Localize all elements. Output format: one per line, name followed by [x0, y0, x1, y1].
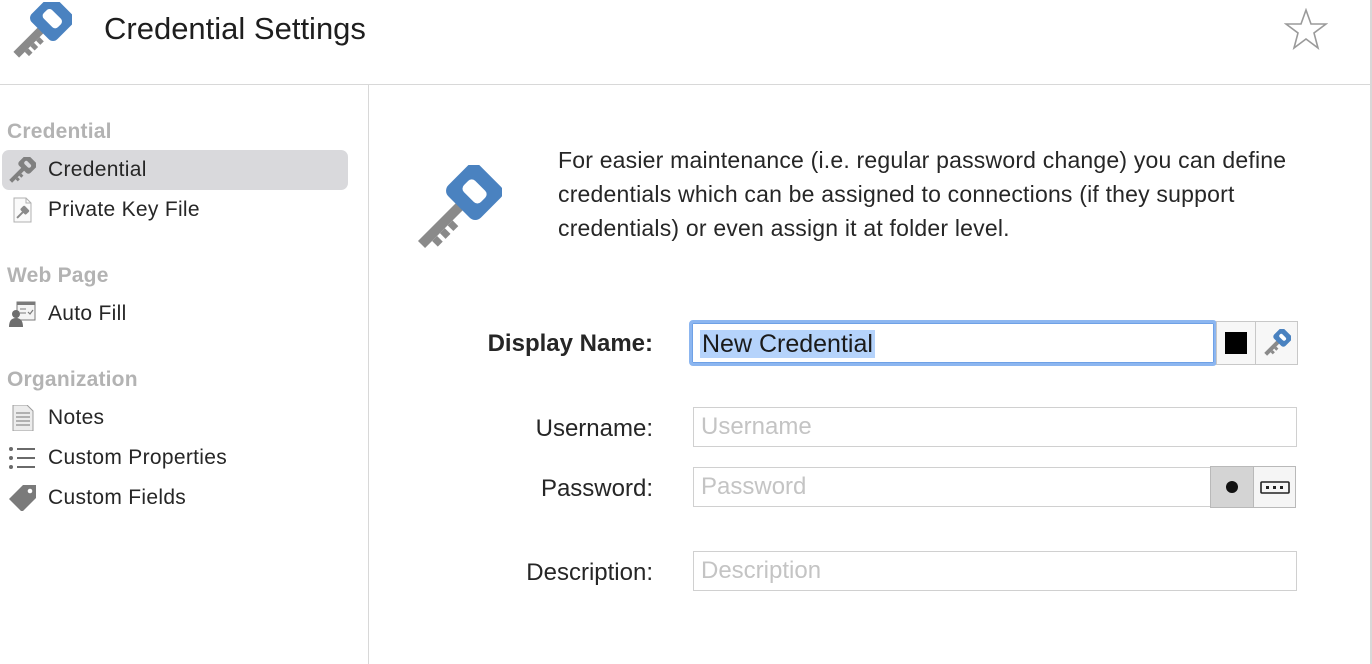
list-icon	[9, 447, 35, 469]
sidebar-item-credential[interactable]: Credential	[2, 150, 348, 190]
sidebar-item-label: Notes	[48, 406, 105, 429]
color-swatch	[1225, 332, 1247, 354]
password-field[interactable]	[693, 467, 1211, 507]
description-label: Description:	[526, 559, 653, 586]
sidebar-item-notes[interactable]: Notes	[2, 398, 348, 438]
sidebar-group-web-page: Web Page	[7, 264, 109, 287]
username-field[interactable]	[693, 407, 1297, 447]
dot-icon	[1226, 481, 1238, 493]
sidebar-group-organization: Organization	[7, 368, 138, 391]
password-label: Password:	[540, 475, 653, 502]
description-input[interactable]	[694, 552, 1296, 590]
icon-picker-button[interactable]	[1255, 321, 1298, 365]
sidebar-item-label: Custom Fields	[48, 486, 187, 509]
key-icon	[417, 165, 502, 249]
description-field[interactable]	[693, 551, 1297, 591]
display-name-value: New Credential	[700, 330, 875, 358]
tag-icon	[9, 485, 36, 511]
reveal-password-button[interactable]	[1210, 466, 1254, 508]
sidebar-item-custom-fields[interactable]: Custom Fields	[2, 478, 348, 518]
header-bar: Credential Settings	[0, 0, 1370, 85]
password-dots-icon	[1260, 481, 1290, 494]
sidebar-item-label: Private Key File	[48, 198, 200, 221]
key-file-icon	[13, 197, 32, 223]
star-icon[interactable]	[1284, 8, 1328, 50]
page-title: Credential Settings	[104, 11, 366, 46]
sidebar-item-label: Credential	[48, 158, 147, 181]
sidebar-item-custom-properties[interactable]: Custom Properties	[2, 438, 348, 478]
key-icon	[9, 157, 36, 183]
password-generator-button[interactable]	[1253, 466, 1296, 508]
password-input[interactable]	[694, 468, 1210, 506]
sidebar-group-credential: Credential	[7, 120, 112, 143]
sidebar-item-label: Custom Properties	[48, 446, 227, 469]
key-icon	[1264, 329, 1291, 356]
sidebar: Credential Credential Private Key File W…	[0, 85, 369, 664]
username-input[interactable]	[694, 408, 1296, 446]
sidebar-item-label: Auto Fill	[48, 302, 127, 325]
display-name-label: Display Name:	[487, 330, 653, 357]
sidebar-item-private-key-file[interactable]: Private Key File	[2, 190, 348, 230]
intro-text: For easier maintenance (i.e. regular pas…	[558, 147, 1287, 241]
notes-icon	[12, 405, 34, 431]
credential-form-panel: For easier maintenance (i.e. regular pas…	[369, 85, 1370, 664]
display-name-field[interactable]: New Credential	[689, 320, 1217, 366]
color-picker-button[interactable]	[1216, 321, 1256, 365]
key-icon	[13, 2, 72, 58]
auto-fill-icon	[9, 301, 36, 327]
username-label: Username:	[535, 415, 653, 442]
sidebar-item-auto-fill[interactable]: Auto Fill	[2, 294, 348, 334]
